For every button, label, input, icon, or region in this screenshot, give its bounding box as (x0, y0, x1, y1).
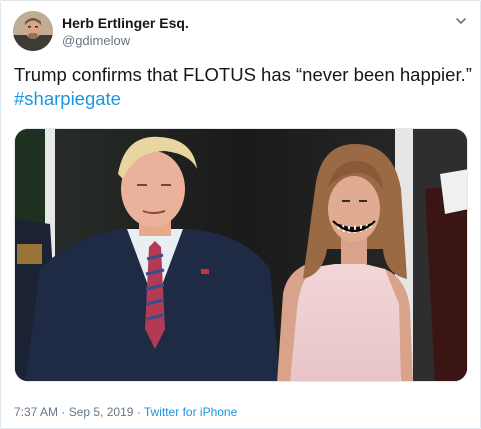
tweet-text: Trump confirms that FLOTUS has “never be… (14, 63, 474, 111)
hashtag-link[interactable]: #sharpiegate (14, 87, 474, 111)
tweet-time[interactable]: 7:37 AM (14, 405, 58, 419)
tweet-date[interactable]: Sep 5, 2019 (69, 405, 134, 419)
tweet-text-line: Trump confirms that FLOTUS has “never be… (14, 64, 472, 85)
author-display-name[interactable]: Herb Ertlinger Esq. (62, 15, 189, 31)
tweet-photo[interactable] (14, 128, 468, 382)
meta-separator: · (58, 405, 69, 419)
tweet-card: Herb Ertlinger Esq. @gdimelow Trump conf… (0, 0, 481, 429)
avatar-photo (13, 11, 53, 51)
photo-image (15, 129, 467, 381)
author-handle[interactable]: @gdimelow (62, 33, 130, 48)
tweet-metadata: 7:37 AM · Sep 5, 2019 · Twitter for iPho… (14, 405, 237, 419)
chevron-down-icon[interactable] (453, 13, 469, 29)
meta-separator: · (133, 405, 144, 419)
tweet-source-link[interactable]: Twitter for iPhone (144, 405, 237, 419)
author-avatar[interactable] (13, 11, 53, 51)
